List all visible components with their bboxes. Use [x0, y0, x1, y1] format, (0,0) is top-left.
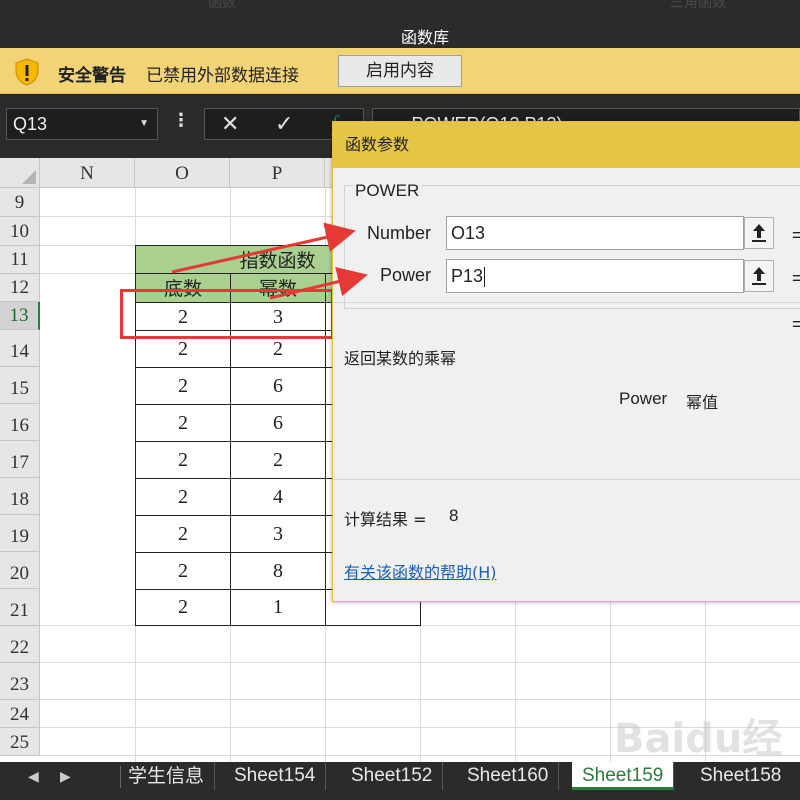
- table-cell[interactable]: 6: [230, 404, 326, 442]
- sheet-tab[interactable]: Sheet154: [224, 762, 327, 790]
- arg-result-number: =: [792, 225, 800, 245]
- name-box[interactable]: Q13 ▼: [6, 108, 158, 140]
- dialog-title[interactable]: 函数参数: [333, 122, 800, 168]
- enable-content-button[interactable]: 启用内容: [338, 55, 462, 87]
- ribbon: 函数 三角函数 函数库: [0, 0, 800, 48]
- row-header-18[interactable]: 18: [0, 478, 40, 515]
- power-input-value: P13: [451, 266, 484, 286]
- cancel-icon[interactable]: ✕: [221, 111, 239, 137]
- table-cell[interactable]: 1: [230, 589, 326, 626]
- more-options-icon[interactable]: ⋮: [172, 110, 190, 131]
- sheet-tab[interactable]: Sheet158: [690, 762, 791, 790]
- shield-warning-icon: [15, 58, 39, 86]
- table-cell[interactable]: 2: [135, 515, 231, 553]
- row-header-12[interactable]: 12: [0, 274, 40, 302]
- table-cell[interactable]: 2: [230, 441, 326, 479]
- result-label: 计算结果 =: [344, 510, 427, 529]
- divider: [333, 302, 800, 303]
- watermark-logo: Baidu经验: [614, 716, 783, 762]
- table-cell[interactable]: 4: [230, 478, 326, 516]
- table-cell[interactable]: 2: [135, 441, 231, 479]
- row-header-19[interactable]: 19: [0, 515, 40, 552]
- row-header-25[interactable]: 25: [0, 728, 40, 756]
- row-header-23[interactable]: 23: [0, 663, 40, 700]
- sheet-tab[interactable]: Sheet152: [341, 762, 444, 790]
- row-header-16[interactable]: 16: [0, 404, 40, 441]
- gridline: [40, 662, 800, 663]
- row-header-13[interactable]: 13: [0, 302, 40, 330]
- arg-hint-text: 幂值: [686, 393, 719, 412]
- row-header-21[interactable]: 21: [0, 589, 40, 626]
- chevron-down-icon[interactable]: ▼: [139, 109, 149, 139]
- sheet-tab[interactable]: Sheet160: [457, 762, 560, 790]
- arg-hint-name: Power: [619, 389, 668, 408]
- row-header-10[interactable]: 10: [0, 217, 40, 246]
- collapse-dialog-power-button[interactable]: [744, 260, 774, 292]
- row-header-14[interactable]: 14: [0, 330, 40, 367]
- sheet-tab-bar: ◀ ▶ 学生信息 Sheet154 Sheet152 Sheet160 Shee…: [0, 762, 800, 800]
- table-cell[interactable]: 2: [135, 404, 231, 442]
- table-cell[interactable]: 2: [135, 367, 231, 405]
- security-warning-title: 安全警告: [58, 66, 126, 86]
- range-select-icon: [752, 224, 766, 242]
- function-description: 返回某数的乘幂: [344, 349, 457, 368]
- function-name: POWER: [353, 181, 422, 201]
- table-cell[interactable]: 6: [230, 367, 326, 405]
- result-value: 8: [449, 506, 459, 525]
- highlight-box: [120, 289, 334, 339]
- row-header-24[interactable]: 24: [0, 700, 40, 728]
- row-header-9[interactable]: 9: [0, 188, 40, 217]
- column-header-o[interactable]: O: [135, 158, 230, 188]
- table-cell[interactable]: 3: [230, 515, 326, 553]
- ribbon-ghost-label: 三角函数: [670, 0, 726, 10]
- row-header-15[interactable]: 15: [0, 367, 40, 404]
- row-header-20[interactable]: 20: [0, 552, 40, 589]
- sheet-tab-active[interactable]: Sheet159: [572, 762, 675, 790]
- excel-window: 函数 三角函数 函数库 安全警告 已禁用外部数据连接 启用内容 Q13 ▼ ⋮ …: [0, 0, 800, 800]
- security-warning-message: 已禁用外部数据连接: [146, 66, 299, 86]
- column-header-n[interactable]: N: [40, 158, 135, 188]
- help-link[interactable]: 有关该函数的帮助(H): [344, 559, 497, 583]
- sheet-tab[interactable]: 学生信息: [118, 762, 216, 790]
- row-header-22[interactable]: 22: [0, 626, 40, 663]
- text-cursor: [484, 267, 486, 288]
- table-cell[interactable]: 2: [135, 552, 231, 590]
- number-input[interactable]: O13: [446, 216, 744, 250]
- table-cell[interactable]: 2: [135, 589, 231, 626]
- security-warning-bar: 安全警告 已禁用外部数据连接 启用内容: [0, 48, 800, 94]
- confirm-icon[interactable]: ✓: [275, 111, 293, 137]
- ribbon-ghost-label: 函数: [208, 0, 236, 10]
- row-header-11[interactable]: 11: [0, 246, 40, 274]
- table-cell[interactable]: 2: [135, 478, 231, 516]
- ribbon-group-label: 函数库: [400, 28, 449, 47]
- row-header-17[interactable]: 17: [0, 441, 40, 478]
- arg-label-power: Power: [379, 265, 431, 285]
- tab-scroll-right-icon[interactable]: ▶: [60, 768, 71, 785]
- collapse-dialog-number-button[interactable]: [744, 217, 774, 249]
- arg-result-power: =: [792, 268, 800, 288]
- power-input[interactable]: P13: [446, 259, 744, 293]
- name-box-value: Q13: [13, 114, 48, 134]
- formula-result-eq: =: [792, 314, 800, 334]
- arg-label-number: Number: [366, 223, 431, 243]
- table-cell[interactable]: 8: [230, 552, 326, 590]
- tab-scroll-left-icon[interactable]: ◀: [28, 768, 39, 785]
- divider: [333, 479, 800, 480]
- range-select-icon: [752, 267, 766, 285]
- column-header-p[interactable]: P: [230, 158, 325, 188]
- function-arguments-dialog: 函数参数 POWER Number O13 = Power P13 = = 返回…: [332, 121, 800, 602]
- gridline: [40, 699, 800, 700]
- select-all-corner[interactable]: [0, 158, 40, 188]
